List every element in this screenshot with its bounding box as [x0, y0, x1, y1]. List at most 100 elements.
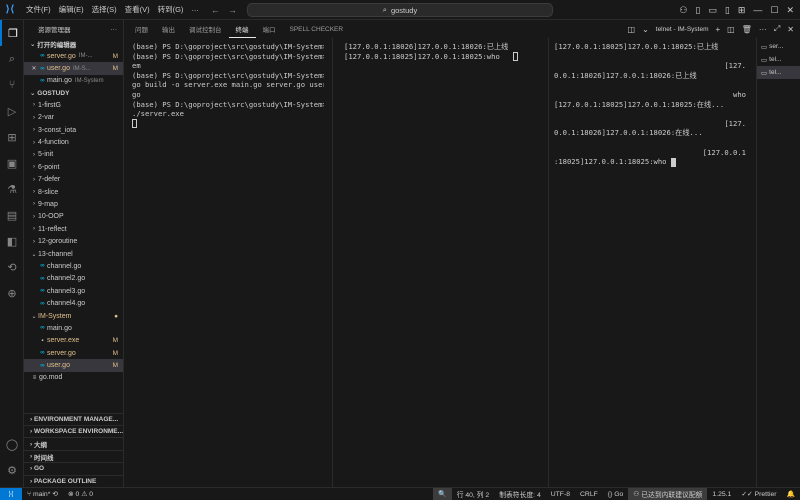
pane-divider[interactable] — [548, 38, 549, 487]
terminal-pane-server[interactable]: (base) PS D:\goproject\src\gostudy\IM-Sy… — [132, 38, 324, 487]
remote-explorer-icon[interactable]: ▣ — [0, 150, 24, 176]
terminal-list-item[interactable]: ▭ tel... — [757, 53, 800, 66]
layout-icon[interactable]: ⊞ — [738, 5, 746, 16]
panel-tab[interactable]: 输出 — [155, 20, 182, 38]
tree-folder[interactable]: › 8-slice — [24, 186, 123, 198]
menu-item[interactable]: 文件(F) — [22, 4, 55, 15]
open-editors-section[interactable]: ⌄ 打开的编辑器 — [24, 38, 123, 50]
back-arrow-icon[interactable]: ← — [211, 5, 220, 15]
terminal-selector[interactable]: telnet - IM-System — [656, 26, 709, 33]
run-debug-icon[interactable]: ▷ — [0, 98, 24, 124]
menu-item[interactable]: 查看(V) — [121, 4, 154, 15]
pane-divider[interactable] — [332, 38, 333, 487]
tree-file[interactable]: ∞ channel2.go — [24, 273, 123, 285]
open-editor-item[interactable]: ∞ server.go IM-... M — [24, 50, 123, 62]
terminal-list-item[interactable]: ▭ tel... — [757, 66, 800, 79]
tree-folder[interactable]: › 1-firstG — [24, 99, 123, 111]
open-editor-item[interactable]: ∞ main.go IM-System — [24, 75, 123, 87]
close-icon[interactable]: ✕ — [786, 5, 794, 16]
open-editor-item[interactable]: ✕ ∞ user.go IM-S... M — [24, 62, 123, 75]
testing-icon[interactable]: ⚗ — [0, 176, 24, 202]
source-control-icon[interactable]: ⑂ — [0, 72, 24, 98]
tab-size[interactable]: 制表符长度: 4 — [494, 488, 546, 500]
collapsed-section[interactable]: › ENVIRONMENT MANAGE... — [24, 412, 124, 425]
search-view-icon[interactable]: ⌕ — [0, 46, 24, 72]
tree-folder[interactable]: › 12-goroutine — [24, 235, 123, 247]
tree-file[interactable]: ∞ channel4.go — [24, 297, 123, 309]
minimize-icon[interactable]: — — [753, 5, 762, 15]
branch-indicator[interactable]: ⑂ main* ⟲ — [22, 488, 63, 500]
tree-folder[interactable]: › 7-defer — [24, 174, 123, 186]
toggle-secondary-sidebar-icon[interactable]: ▯ — [725, 5, 730, 16]
collapsed-section[interactable]: › WORKSPACE ENVIRONME... — [24, 425, 124, 437]
encoding[interactable]: UTF-8 — [546, 488, 575, 500]
terminal-pane-telnet-2[interactable]: [127.0.0.1:18025]127.0.0.1:18025:已上线 [127… — [554, 38, 746, 487]
line-ending[interactable]: CRLF — [575, 488, 603, 500]
menu-item[interactable]: 选择(S) — [88, 4, 121, 15]
forward-arrow-icon[interactable]: → — [228, 5, 237, 15]
tree-file[interactable]: ▪ server.exe M — [24, 335, 123, 347]
tree-folder[interactable]: › 9-map — [24, 198, 123, 210]
copilot-icon[interactable]: ⚇ — [679, 5, 687, 16]
tree-folder[interactable]: ⌄ IM-System ● — [24, 310, 123, 322]
tree-file[interactable]: ∞ server.go M — [24, 347, 123, 359]
git-graph-icon[interactable]: ⟲ — [0, 254, 24, 280]
tree-file[interactable]: ∞ user.go M — [24, 359, 123, 372]
database-icon[interactable]: ◧ — [0, 228, 24, 254]
chevron-down-icon[interactable]: ⌄ — [642, 25, 649, 34]
account-icon[interactable]: ◯ — [0, 431, 24, 457]
maximize-panel-icon[interactable]: ⤢ — [774, 24, 780, 34]
problems-indicator[interactable]: ⊗ 0 ⚠ 0 — [63, 488, 98, 500]
tree-folder[interactable]: › 10-OOP — [24, 211, 123, 223]
settings-gear-icon[interactable]: ⚙ — [0, 457, 24, 483]
terminal-list-item[interactable]: ▭ ser... — [757, 40, 800, 53]
close-panel-icon[interactable]: ✕ — [787, 25, 794, 34]
cursor-position[interactable]: 行 40, 列 2 — [452, 488, 495, 500]
tree-folder[interactable]: ⌄ 13-channel — [24, 248, 123, 260]
more-icon[interactable]: ··· — [759, 25, 767, 34]
tree-folder[interactable]: › 6-point — [24, 161, 123, 173]
panel-tab[interactable]: 端口 — [256, 20, 283, 38]
collapsed-section[interactable]: › PACKAGE OUTLINE — [24, 474, 124, 487]
workspace-section[interactable]: ⌄ GOSTUDY — [24, 87, 123, 99]
split-icon[interactable]: ◫ — [727, 25, 735, 34]
panel-tab[interactable]: 终端 — [228, 20, 256, 38]
split-terminal-icon[interactable]: ◫ — [628, 25, 636, 34]
menu-item[interactable]: 编辑(E) — [55, 4, 88, 15]
collapsed-section[interactable]: › 大纲 — [24, 437, 124, 449]
zoom-icon[interactable]: 🔍 — [433, 487, 452, 500]
terminal-pane-telnet-1[interactable]: [127.0.0.1:18026]127.0.0.1:18026:已上线 [127… — [344, 38, 544, 487]
toggle-panel-icon[interactable]: ▭ — [708, 5, 717, 16]
docker-icon[interactable]: ▤ — [0, 202, 24, 228]
close-icon[interactable]: ✕ — [30, 65, 38, 72]
panel-tab[interactable]: 问题 — [128, 20, 155, 38]
tree-folder[interactable]: › 2-var — [24, 112, 123, 124]
more-actions-icon[interactable]: ··· — [111, 26, 118, 33]
prettier-status[interactable]: ✓✓ Prettier — [736, 488, 781, 500]
tree-folder[interactable]: › 11-reflect — [24, 223, 123, 235]
add-terminal-icon[interactable]: + — [716, 25, 721, 34]
extension-view-icon[interactable]: ⊕ — [0, 280, 24, 306]
tree-folder[interactable]: › 5-init — [24, 149, 123, 161]
collapsed-section[interactable]: › GO — [24, 462, 124, 474]
tree-file[interactable]: ∞ channel3.go — [24, 285, 123, 297]
toggle-sidebar-icon[interactable]: ▯ — [695, 5, 700, 16]
copilot-status[interactable]: ⚇ 已达到内联建议配额 — [628, 487, 708, 500]
trash-icon[interactable]: 🗑 — [742, 25, 752, 34]
collapsed-section[interactable]: › 时间线 — [24, 449, 124, 462]
menu-item[interactable]: … — [187, 4, 203, 15]
notifications-bell-icon[interactable]: 🔔 — [782, 488, 800, 500]
language-mode[interactable]: {} Go — [603, 488, 629, 500]
tree-file[interactable]: ∞ channel.go — [24, 260, 123, 272]
maximize-icon[interactable]: ☐ — [770, 5, 778, 16]
menu-item[interactable]: 转到(G) — [154, 4, 188, 15]
go-version[interactable]: 1.25.1 — [707, 488, 736, 500]
tree-folder[interactable]: › 4-function — [24, 136, 123, 148]
panel-tab[interactable]: SPELL CHECKER — [283, 20, 351, 38]
command-center-search[interactable]: ⌕ gostudy — [247, 3, 553, 17]
tree-file[interactable]: ∞ main.go — [24, 322, 123, 334]
panel-tab[interactable]: 调试控制台 — [182, 20, 229, 38]
tree-folder[interactable]: › 3-const_iota — [24, 124, 123, 136]
explorer-icon[interactable]: ❐ — [0, 20, 24, 46]
remote-indicator-icon[interactable]: ⟩⟨ — [0, 487, 22, 500]
